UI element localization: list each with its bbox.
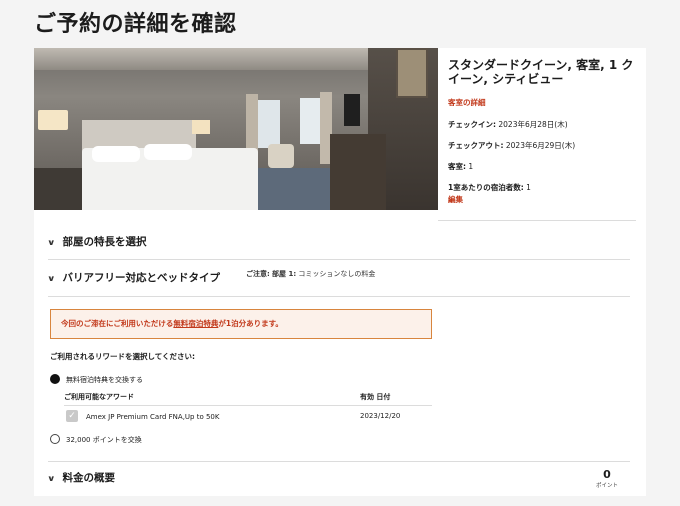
room-details-link[interactable]: 客室の詳細 bbox=[448, 98, 486, 107]
section-accessibility[interactable]: ∨ バリアフリー対応とベッドタイプ bbox=[47, 270, 221, 285]
reservation-card: スタンダードクイーン, 客室, 1 クイーン, シティビュー 客室の詳細 チェッ… bbox=[34, 48, 646, 496]
guests-label: 1室あたりの宿泊者数: bbox=[448, 183, 524, 192]
notice-text-post: が1泊分あります。 bbox=[218, 319, 283, 328]
radio-free-night[interactable] bbox=[50, 374, 60, 384]
rooms-line: 客室: 1 bbox=[448, 161, 644, 172]
rewards-prompt: ご利用されるリワードを選択してください: bbox=[50, 352, 196, 361]
divider bbox=[48, 259, 630, 260]
checkin-value: 2023年6月28日(木) bbox=[498, 120, 568, 129]
section-room-features[interactable]: ∨ 部屋の特長を選択 bbox=[47, 234, 147, 249]
page-title: ご予約の詳細を確認 bbox=[34, 12, 237, 37]
free-night-notice: 今回のご滞在にご利用いただける無料宿泊特典が1泊分あります。 bbox=[50, 309, 432, 339]
points-total: 0 ポイント bbox=[596, 468, 618, 489]
room-note: ご注意: 部屋 1: コミッションなしの料金 bbox=[246, 269, 375, 279]
chevron-down-icon: ∨ bbox=[47, 474, 56, 483]
checkin-line: チェックイン: 2023年6月28日(木) bbox=[448, 119, 644, 130]
award-name: Amex JP Premium Card FNA,Up to 50K bbox=[86, 413, 220, 421]
col-expiry-header: 有効 日付 bbox=[360, 393, 391, 401]
checkout-value: 2023年6月29日(木) bbox=[505, 141, 576, 150]
note-room-label: 部屋 1: bbox=[272, 270, 297, 278]
checkin-label: チェックイン: bbox=[448, 120, 496, 129]
note-label: ご注意: bbox=[246, 270, 270, 278]
edit-link[interactable]: 編集 bbox=[448, 194, 463, 205]
room-photo bbox=[34, 48, 438, 210]
chevron-down-icon: ∨ bbox=[47, 238, 56, 247]
col-award-header: ご利用可能なアワード bbox=[64, 393, 134, 401]
award-checkbox[interactable]: ✓ bbox=[66, 410, 78, 422]
guests-value: 1 bbox=[526, 183, 531, 192]
divider bbox=[64, 405, 432, 406]
section-summary[interactable]: ∨ 料金の概要 bbox=[47, 470, 116, 485]
rooms-value: 1 bbox=[468, 162, 474, 171]
checkout-label: チェックアウト: bbox=[448, 141, 504, 150]
note-text: コミッションなしの料金 bbox=[298, 270, 376, 278]
radio-free-night-label: 無料宿泊特典を交換する bbox=[66, 376, 143, 384]
points-value: 0 bbox=[603, 468, 611, 481]
section-accessibility-label: バリアフリー対応とベッドタイプ bbox=[62, 272, 221, 284]
divider bbox=[438, 220, 636, 221]
checkout-line: チェックアウト: 2023年6月29日(木) bbox=[448, 140, 644, 151]
free-night-link[interactable]: 無料宿泊特典 bbox=[173, 319, 218, 328]
room-name: スタンダードクイーン, 客室, 1 クイーン, シティビュー bbox=[448, 58, 634, 86]
check-icon: ✓ bbox=[68, 411, 76, 421]
section-room-features-label: 部屋の特長を選択 bbox=[62, 236, 147, 248]
chevron-down-icon: ∨ bbox=[47, 274, 56, 283]
divider bbox=[48, 461, 630, 462]
rooms-label: 客室: bbox=[448, 162, 466, 171]
guests-line: 1室あたりの宿泊者数: 1 bbox=[448, 182, 644, 193]
notice-text-pre: 今回のご滞在にご利用いただける bbox=[61, 319, 174, 328]
section-summary-label: 料金の概要 bbox=[62, 472, 116, 484]
divider bbox=[48, 296, 630, 297]
radio-points[interactable] bbox=[50, 434, 60, 444]
room-info: スタンダードクイーン, 客室, 1 クイーン, シティビュー 客室の詳細 チェッ… bbox=[448, 58, 644, 193]
award-expiry: 2023/12/20 bbox=[360, 412, 401, 420]
radio-points-label: 32,000 ポイントを交換 bbox=[66, 436, 142, 444]
points-unit: ポイント bbox=[595, 483, 618, 489]
